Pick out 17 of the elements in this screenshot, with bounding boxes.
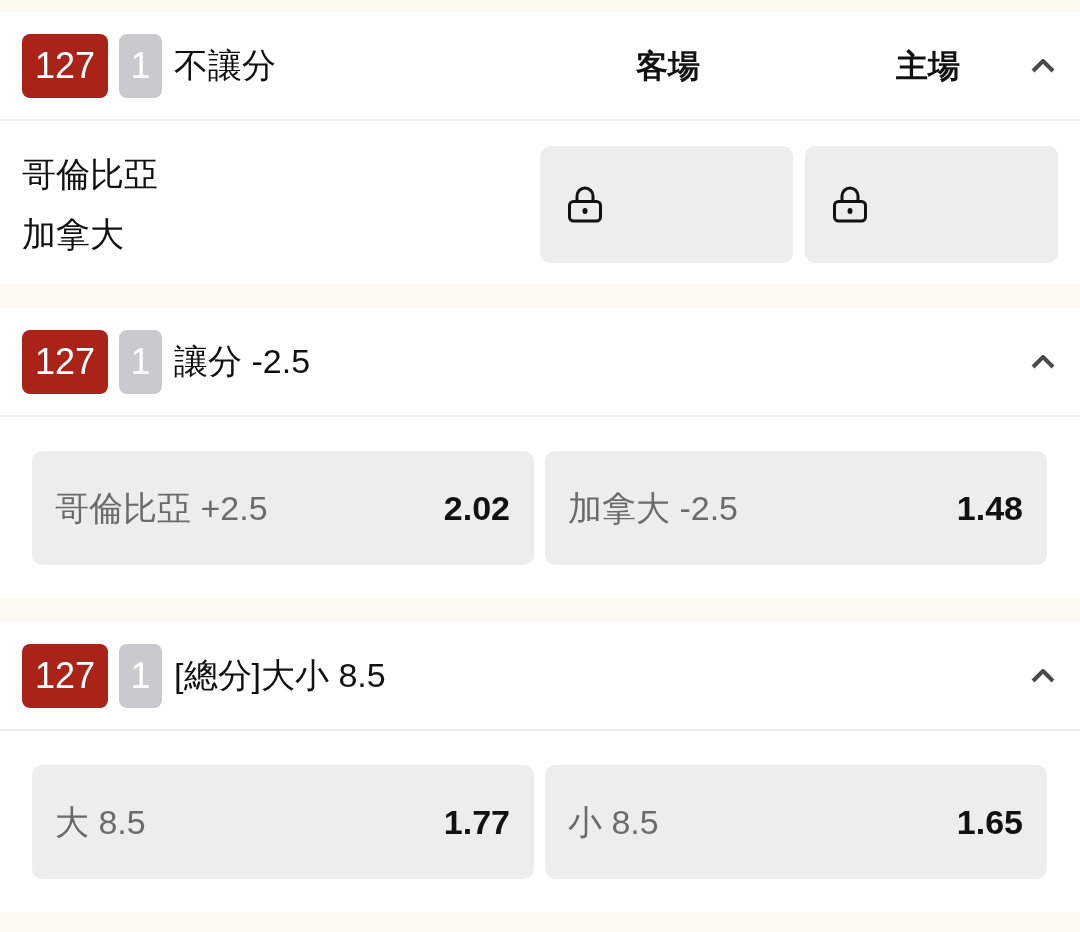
code-badge: 127 bbox=[22, 643, 109, 708]
market-title: [總分]大小 8.5 bbox=[174, 655, 386, 696]
chevron-up-icon[interactable] bbox=[1031, 668, 1055, 683]
team-name: 哥倫比亞 bbox=[22, 154, 158, 195]
odds-button[interactable]: 加拿大 -2.5 1.48 bbox=[545, 451, 1047, 565]
team-name: 加拿大 bbox=[22, 214, 124, 255]
column-heading: 客場 bbox=[635, 46, 701, 86]
odds-button[interactable]: 小 8.5 1.65 bbox=[545, 765, 1047, 879]
odds-button[interactable]: 大 8.5 1.77 bbox=[32, 765, 534, 879]
odds-button[interactable]: 哥倫比亞 +2.5 2.02 bbox=[32, 451, 534, 565]
market-title: 不讓分 bbox=[174, 45, 277, 86]
market-title: 讓分 -2.5 bbox=[174, 341, 311, 382]
code-badge: 127 bbox=[22, 329, 109, 394]
column-heading: 主場 bbox=[895, 46, 961, 86]
code-badge: 127 bbox=[22, 33, 109, 98]
chevron-up-icon[interactable] bbox=[1031, 58, 1055, 73]
chevron-up-icon[interactable] bbox=[1031, 354, 1055, 369]
